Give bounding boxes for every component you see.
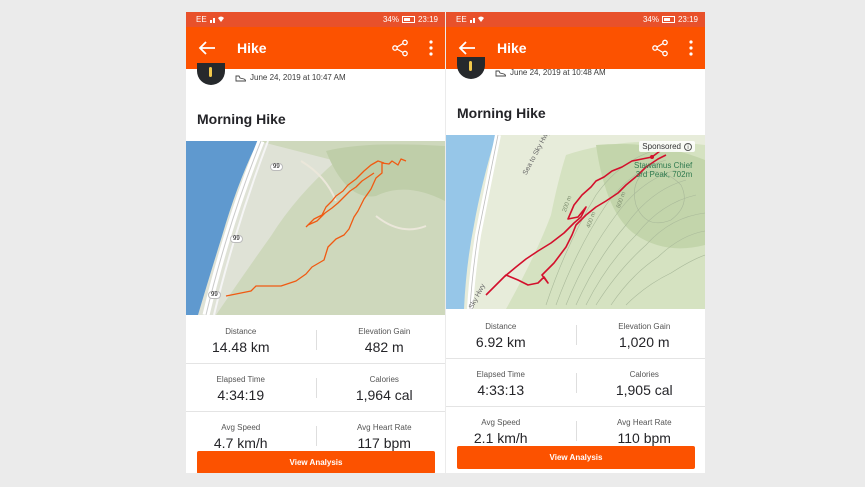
battery-percent: 34% — [642, 15, 659, 24]
stats-grid: Distance 6.92 km Elevation Gain 1,020 m El… — [446, 311, 705, 454]
status-bar: EE 34% 23:19 — [186, 12, 445, 27]
clock: 23:19 — [677, 15, 698, 24]
stat-elapsed-time: Elapsed Time 4:34:19 — [216, 375, 265, 403]
activity-title: Morning Hike — [457, 105, 546, 121]
peak-label: Stawamus Chief 3rd Peak, 702m — [634, 161, 693, 179]
route-badge: 99 — [208, 291, 221, 299]
activity-meta: June 24, 2019 at 10:47 AM — [235, 73, 346, 82]
view-analysis-button[interactable]: View Analysis — [197, 451, 435, 473]
stats-row: Distance 6.92 km Elevation Gain 1,020 m — [446, 311, 705, 358]
stats-row: Elapsed Time 4:34:19 Calories 1,964 cal — [186, 363, 445, 411]
signal-icon — [210, 16, 224, 23]
more-options-icon[interactable] — [426, 39, 436, 57]
clock: 23:19 — [417, 15, 438, 24]
stats-row: Distance 14.48 km Elevation Gain 482 m — [186, 316, 445, 363]
back-arrow-icon[interactable] — [197, 38, 217, 58]
carrier-label: EE — [456, 15, 467, 24]
carrier-label: EE — [196, 15, 207, 24]
share-icon[interactable] — [651, 39, 669, 57]
shoe-icon — [495, 70, 506, 76]
view-analysis-button[interactable]: View Analysis — [457, 446, 695, 469]
battery-icon — [401, 16, 415, 23]
activity-screen-left: EE 34% 23:19 Hike June 24, 2019 at 10:47… — [186, 12, 445, 473]
page-title: Hike — [237, 40, 267, 56]
back-arrow-icon[interactable] — [457, 38, 477, 58]
stats-grid: Distance 14.48 km Elevation Gain 482 m Ela… — [186, 316, 445, 459]
info-icon: i — [684, 142, 692, 151]
route-badge: 99 — [230, 235, 243, 243]
avatar[interactable] — [457, 57, 485, 79]
activity-date: June 24, 2019 at 10:47 AM — [250, 73, 346, 82]
more-options-icon[interactable] — [686, 39, 696, 57]
sponsored-badge[interactable]: Sponsored i — [639, 141, 695, 152]
stats-row: Elapsed Time 4:33:13 Calories 1,905 cal — [446, 358, 705, 406]
route-map[interactable]: 99 99 99 — [186, 141, 445, 315]
signal-icon — [470, 16, 484, 23]
battery-percent: 34% — [382, 15, 399, 24]
activity-meta: June 24, 2019 at 10:48 AM — [495, 68, 606, 77]
stat-elevation-gain: Elevation Gain 482 m — [358, 327, 411, 355]
battery-icon — [661, 16, 675, 23]
stat-avg-heart-rate: Avg Heart Rate 110 bpm — [616, 418, 672, 446]
stat-calories: Calories 1,905 cal — [615, 370, 673, 398]
stat-avg-heart-rate: Avg Heart Rate 117 bpm — [356, 423, 412, 451]
shoe-icon — [235, 75, 246, 81]
activity-title: Morning Hike — [197, 111, 286, 127]
stat-avg-speed: Avg Speed 2.1 km/h — [473, 418, 528, 446]
page-title: Hike — [497, 40, 527, 56]
route-badge: 99 — [270, 163, 283, 171]
sponsored-label: Sponsored — [642, 142, 681, 151]
share-icon[interactable] — [391, 39, 409, 57]
status-bar: EE 34% 23:19 — [446, 12, 705, 27]
stat-distance: Distance 6.92 km — [475, 322, 526, 350]
stat-calories: Calories 1,964 cal — [355, 375, 413, 403]
route-map[interactable]: Sponsored i Stawamus Chief 3rd Peak, 702… — [446, 135, 705, 309]
map-canvas — [186, 141, 445, 315]
stat-avg-speed: Avg Speed 4.7 km/h — [213, 423, 268, 451]
avatar[interactable] — [197, 63, 225, 85]
activity-date: June 24, 2019 at 10:48 AM — [510, 68, 606, 77]
stat-elevation-gain: Elevation Gain 1,020 m — [618, 322, 671, 350]
activity-screen-right: EE 34% 23:19 Hike June 24, 2019 at 10:48… — [446, 12, 705, 473]
stat-distance: Distance 14.48 km — [211, 327, 270, 355]
stat-elapsed-time: Elapsed Time 4:33:13 — [476, 370, 525, 398]
